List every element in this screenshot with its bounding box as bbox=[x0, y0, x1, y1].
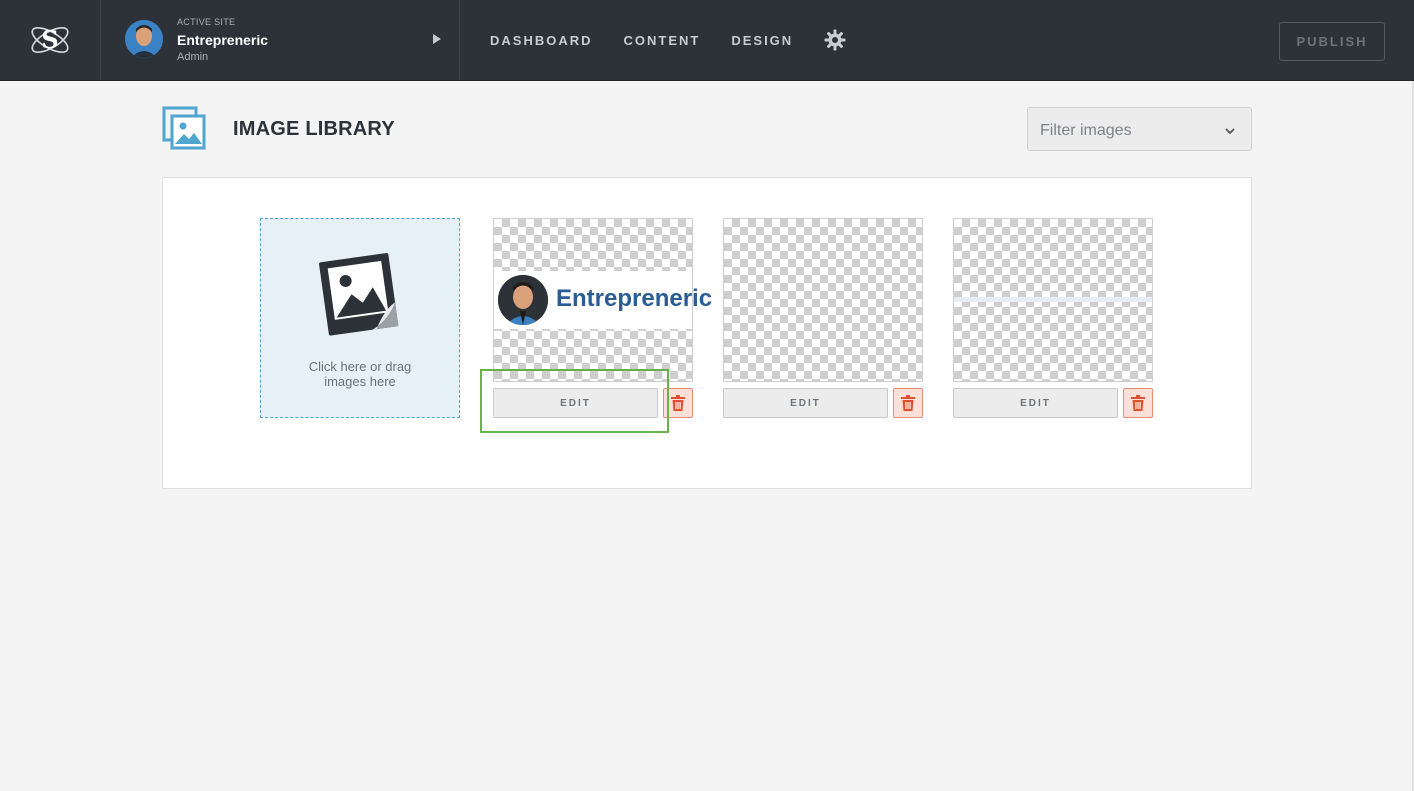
dropzone-text-line2: images here bbox=[324, 374, 396, 389]
edit-button[interactable]: EDIT bbox=[723, 388, 888, 418]
svg-text:S: S bbox=[41, 25, 58, 54]
photo-upload-icon bbox=[316, 251, 406, 348]
publish-button[interactable]: PUBLISH bbox=[1279, 22, 1385, 61]
highlight-box bbox=[480, 369, 669, 433]
gear-icon[interactable] bbox=[824, 29, 846, 51]
logo-avatar bbox=[498, 275, 548, 325]
delete-button[interactable] bbox=[1123, 388, 1153, 418]
trash-icon bbox=[671, 395, 685, 411]
play-arrow-icon[interactable] bbox=[433, 34, 441, 44]
nav-content[interactable]: CONTENT bbox=[624, 33, 701, 48]
brand-logo-icon: S bbox=[31, 25, 69, 54]
image-thumbnail[interactable] bbox=[723, 218, 923, 382]
filter-images-select[interactable]: Filter images bbox=[1027, 107, 1252, 151]
transparent-image-content bbox=[954, 297, 1152, 302]
site-name: Entrepreneric bbox=[177, 32, 269, 48]
logo-text: Entrepreneric bbox=[556, 285, 713, 312]
main-nav: DASHBOARD CONTENT DESIGN bbox=[490, 0, 846, 80]
image-library-icon bbox=[162, 106, 207, 151]
image-thumbnail[interactable]: Entrepreneric bbox=[493, 218, 712, 382]
image-thumbnail[interactable] bbox=[953, 218, 1153, 382]
page-title: IMAGE LIBRARY bbox=[233, 118, 395, 140]
trash-icon bbox=[1131, 395, 1145, 411]
edit-button[interactable]: EDIT bbox=[953, 388, 1118, 418]
avatar bbox=[125, 20, 163, 58]
nav-dashboard[interactable]: DASHBOARD bbox=[490, 33, 593, 48]
active-site-switcher[interactable]: ACTIVE SITE Entrepreneric Admin bbox=[101, 0, 460, 80]
image-upload-dropzone[interactable]: Click here or drag images here bbox=[260, 218, 460, 418]
active-site-label: ACTIVE SITE bbox=[177, 17, 236, 27]
site-role: Admin bbox=[177, 51, 209, 63]
dropzone-instructions: Click here or drag images here bbox=[261, 359, 459, 389]
brand-logo[interactable]: S bbox=[0, 0, 101, 80]
delete-button[interactable] bbox=[893, 388, 923, 418]
top-navigation-bar: S ACTIVE SITE Entrepreneric Admin DASHBO… bbox=[0, 0, 1414, 81]
entrepreneric-logo-image: Entrepreneric bbox=[494, 271, 712, 329]
nav-design[interactable]: DESIGN bbox=[731, 33, 793, 48]
trash-icon bbox=[901, 395, 915, 411]
chevron-down-icon bbox=[1225, 123, 1235, 141]
filter-placeholder: Filter images bbox=[1040, 122, 1132, 139]
dropzone-text-line1: Click here or drag bbox=[308, 359, 412, 374]
